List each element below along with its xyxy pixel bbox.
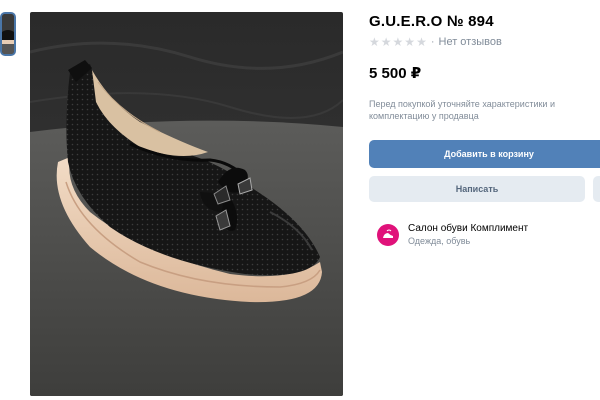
product-price: 5 500 ₽ (369, 65, 422, 82)
rating-stars: ★ ★ ★ ★ ★ (369, 36, 427, 48)
seller-category: Одежда, обувь (408, 236, 471, 246)
seller-card[interactable]: Салон обуви Комплимент Одежда, обувь (377, 222, 528, 247)
seller-notice: Перед покупкой уточняйте характеристики … (369, 99, 555, 121)
shoe-logo-icon (377, 223, 399, 246)
thumbnail-shoe-image (2, 14, 14, 54)
star-icon: ★ (416, 35, 427, 49)
seller-name[interactable]: Салон обуви Комплимент (408, 222, 528, 235)
reviews-count[interactable]: Нет отзывов (439, 36, 502, 48)
secondary-actions: Написать (369, 176, 600, 202)
photo-thumbnail[interactable] (0, 12, 16, 56)
product-info-panel: G.U.E.R.O № 894 ★ ★ ★ ★ ★ · Нет отзывов … (369, 12, 600, 246)
star-icon: ★ (369, 35, 380, 49)
star-icon: ★ (392, 35, 404, 49)
star-icon: ★ (404, 35, 416, 49)
add-to-cart-button[interactable]: Добавить в корзину (369, 140, 600, 168)
more-icon[interactable] (593, 176, 600, 202)
product-photo[interactable] (30, 12, 343, 396)
shoe-image (30, 12, 343, 396)
product-title: G.U.E.R.O № 894 (369, 13, 494, 30)
star-icon: ★ (380, 35, 392, 49)
separator-dot: · (430, 36, 435, 48)
message-button[interactable]: Написать (369, 176, 585, 202)
rating-row: ★ ★ ★ ★ ★ · Нет отзывов (369, 34, 600, 50)
